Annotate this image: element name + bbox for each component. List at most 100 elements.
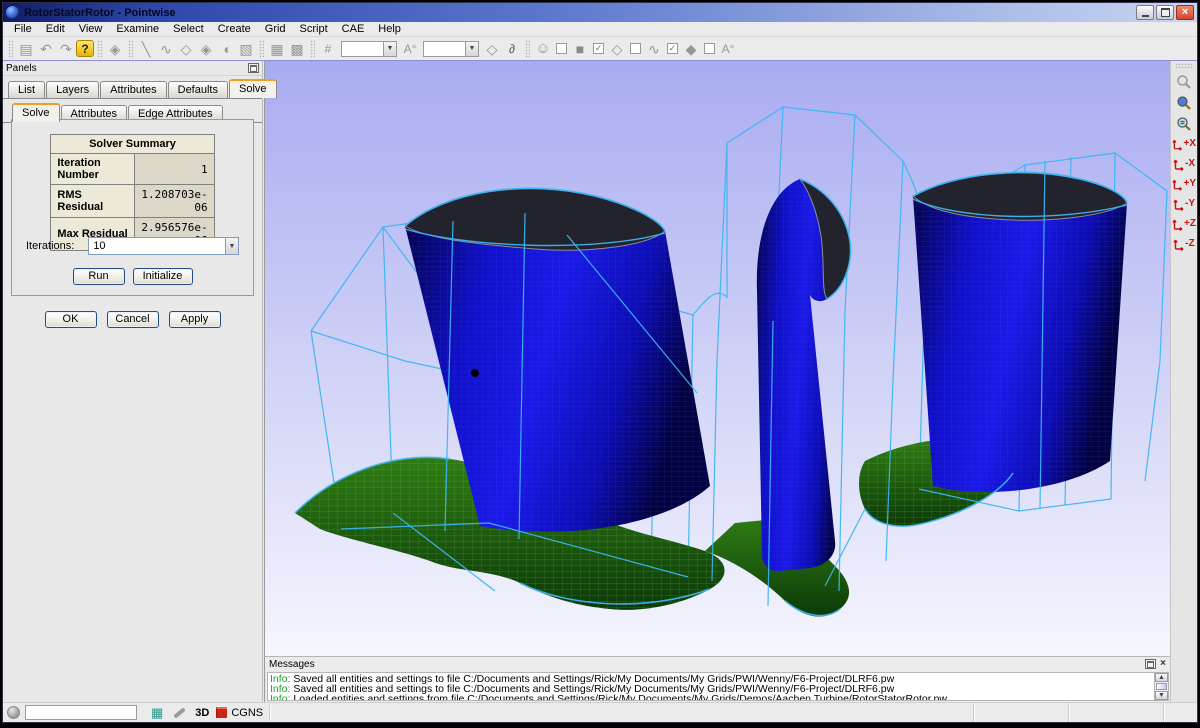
messages-log[interactable]: Info: Saved all entities and settings to…	[267, 672, 1168, 701]
scroll-up-icon[interactable]: ▲	[1155, 673, 1168, 682]
partial-derivative-icon[interactable]	[502, 39, 522, 59]
iterations-combo[interactable]: 10 ▼	[88, 237, 239, 255]
structured-grid-icon[interactable]	[267, 39, 287, 59]
undo-icon[interactable]	[36, 39, 56, 59]
tab-defaults[interactable]: Defaults	[168, 81, 228, 98]
menu-item-examine[interactable]: Examine	[109, 22, 166, 37]
dimension-combo[interactable]: ▼	[341, 41, 397, 57]
toolbar-drag-handle[interactable]	[525, 40, 530, 58]
blocks-visibility-checkbox[interactable]	[556, 43, 567, 54]
menu-item-file[interactable]: File	[7, 22, 39, 37]
initialize-button[interactable]: Initialize	[133, 268, 193, 285]
menu-item-select[interactable]: Select	[166, 22, 211, 37]
menu-item-script[interactable]: Script	[293, 22, 335, 37]
unstructured-grid-icon[interactable]	[287, 39, 307, 59]
show-hide-mask-icon[interactable]	[533, 39, 553, 59]
status-led-icon	[7, 706, 20, 719]
spacing-label-icon[interactable]	[718, 39, 738, 59]
save-icon[interactable]	[16, 39, 36, 59]
connector-curve-icon[interactable]	[644, 39, 664, 59]
connector-icon[interactable]	[136, 39, 156, 59]
ok-button[interactable]: OK	[45, 311, 97, 328]
subtab-solve[interactable]: Solve	[12, 103, 60, 122]
domain-flat-icon[interactable]	[607, 39, 627, 59]
connectors-visibility-checkbox[interactable]	[630, 43, 641, 54]
layers-stack-icon[interactable]	[105, 39, 125, 59]
selected-point-marker	[471, 369, 479, 377]
view-plus-y-button[interactable]: +Y	[1172, 174, 1196, 194]
zoom-icon[interactable]	[1173, 71, 1195, 92]
spacing-combo[interactable]: ▼	[423, 41, 479, 57]
tab-solve[interactable]: Solve	[229, 79, 277, 98]
menu-item-view[interactable]: View	[72, 22, 110, 37]
grid-mode-icon[interactable]: ▦	[151, 706, 163, 719]
dimension-combo-value	[342, 42, 383, 56]
zoom-one-to-one-icon[interactable]	[1173, 113, 1195, 134]
labels-visibility-checkbox[interactable]	[704, 43, 715, 54]
dimension-mode-label[interactable]: 3D	[195, 707, 209, 719]
chevron-down-icon[interactable]: ▼	[465, 42, 478, 56]
scrollbar-thumb[interactable]	[1156, 683, 1167, 690]
chevron-down-icon[interactable]: ▼	[225, 238, 238, 254]
tab-layers[interactable]: Layers	[46, 81, 99, 98]
close-icon[interactable]: ×	[1160, 659, 1166, 669]
view-plus-x-button[interactable]: +X	[1172, 134, 1196, 154]
toolbar-drag-handle[interactable]	[1175, 63, 1193, 68]
cancel-button[interactable]: Cancel	[107, 311, 159, 328]
messages-scrollbar[interactable]: ▲ ▼	[1154, 672, 1169, 701]
structured-domain-icon[interactable]	[176, 39, 196, 59]
view-minus-x-button[interactable]: -X	[1172, 154, 1196, 174]
toolbar-drag-handle[interactable]	[259, 40, 264, 58]
apply-button[interactable]: Apply	[169, 311, 221, 328]
toolbar-drag-handle[interactable]	[128, 40, 133, 58]
spacings-visibility-checkbox[interactable]	[667, 43, 678, 54]
spacing-combo-value	[424, 42, 465, 56]
zoom-extents-icon[interactable]	[1173, 92, 1195, 113]
title-bar[interactable]: RotorStatorRotor - Pointwise ×	[3, 3, 1197, 22]
block-icon[interactable]	[236, 39, 256, 59]
view-plus-z-button[interactable]: +Z	[1172, 214, 1196, 234]
minimize-button[interactable]	[1136, 5, 1154, 20]
cae-solver-cube-icon[interactable]	[216, 707, 227, 718]
help-icon[interactable]	[76, 40, 94, 57]
menu-bar: File Edit View Examine Select Create Gri…	[3, 22, 1197, 37]
domains-visibility-checkbox[interactable]	[593, 43, 604, 54]
smooth-icon[interactable]	[482, 39, 502, 59]
status-segment	[1068, 703, 1163, 722]
curve-icon[interactable]	[156, 39, 176, 59]
restore-button[interactable]	[1156, 5, 1174, 20]
menu-item-help[interactable]: Help	[371, 22, 408, 37]
run-button[interactable]: Run	[73, 268, 125, 285]
3d-viewport[interactable]	[264, 61, 1175, 659]
diamond-icon[interactable]	[681, 39, 701, 59]
shell-icon[interactable]	[216, 39, 236, 59]
spacing-icon[interactable]	[400, 39, 420, 59]
tool-wrench-icon[interactable]	[174, 707, 187, 718]
list-item: Info: Loaded entities and settings from …	[270, 694, 1165, 701]
toolbar-drag-handle[interactable]	[310, 40, 315, 58]
close-button[interactable]: ×	[1176, 5, 1194, 20]
toolbar-drag-handle[interactable]	[97, 40, 102, 58]
rms-residual-value: 1.208703e-06	[135, 185, 214, 218]
float-panel-icon[interactable]	[1145, 659, 1156, 669]
resize-grip[interactable]	[1163, 703, 1193, 722]
progress-field	[25, 705, 137, 720]
iterations-label: Iterations:	[26, 240, 74, 252]
tab-attributes[interactable]: Attributes	[100, 81, 166, 98]
float-panel-icon[interactable]	[248, 63, 259, 73]
toolbar-drag-handle[interactable]	[8, 40, 13, 58]
menu-item-create[interactable]: Create	[211, 22, 258, 37]
view-minus-y-button[interactable]: -Y	[1172, 194, 1196, 214]
cae-solver-label[interactable]: CGNS	[231, 707, 263, 719]
scroll-down-icon[interactable]: ▼	[1155, 691, 1168, 700]
view-minus-z-button[interactable]: -Z	[1172, 234, 1196, 254]
chevron-down-icon[interactable]: ▼	[383, 42, 396, 56]
unstructured-domain-icon[interactable]	[196, 39, 216, 59]
menu-item-grid[interactable]: Grid	[258, 22, 293, 37]
redo-icon[interactable]	[56, 39, 76, 59]
dimension-icon[interactable]	[318, 39, 338, 59]
block-cube-icon[interactable]	[570, 39, 590, 59]
tab-list[interactable]: List	[8, 81, 45, 98]
menu-item-cae[interactable]: CAE	[335, 22, 372, 37]
menu-item-edit[interactable]: Edit	[39, 22, 72, 37]
